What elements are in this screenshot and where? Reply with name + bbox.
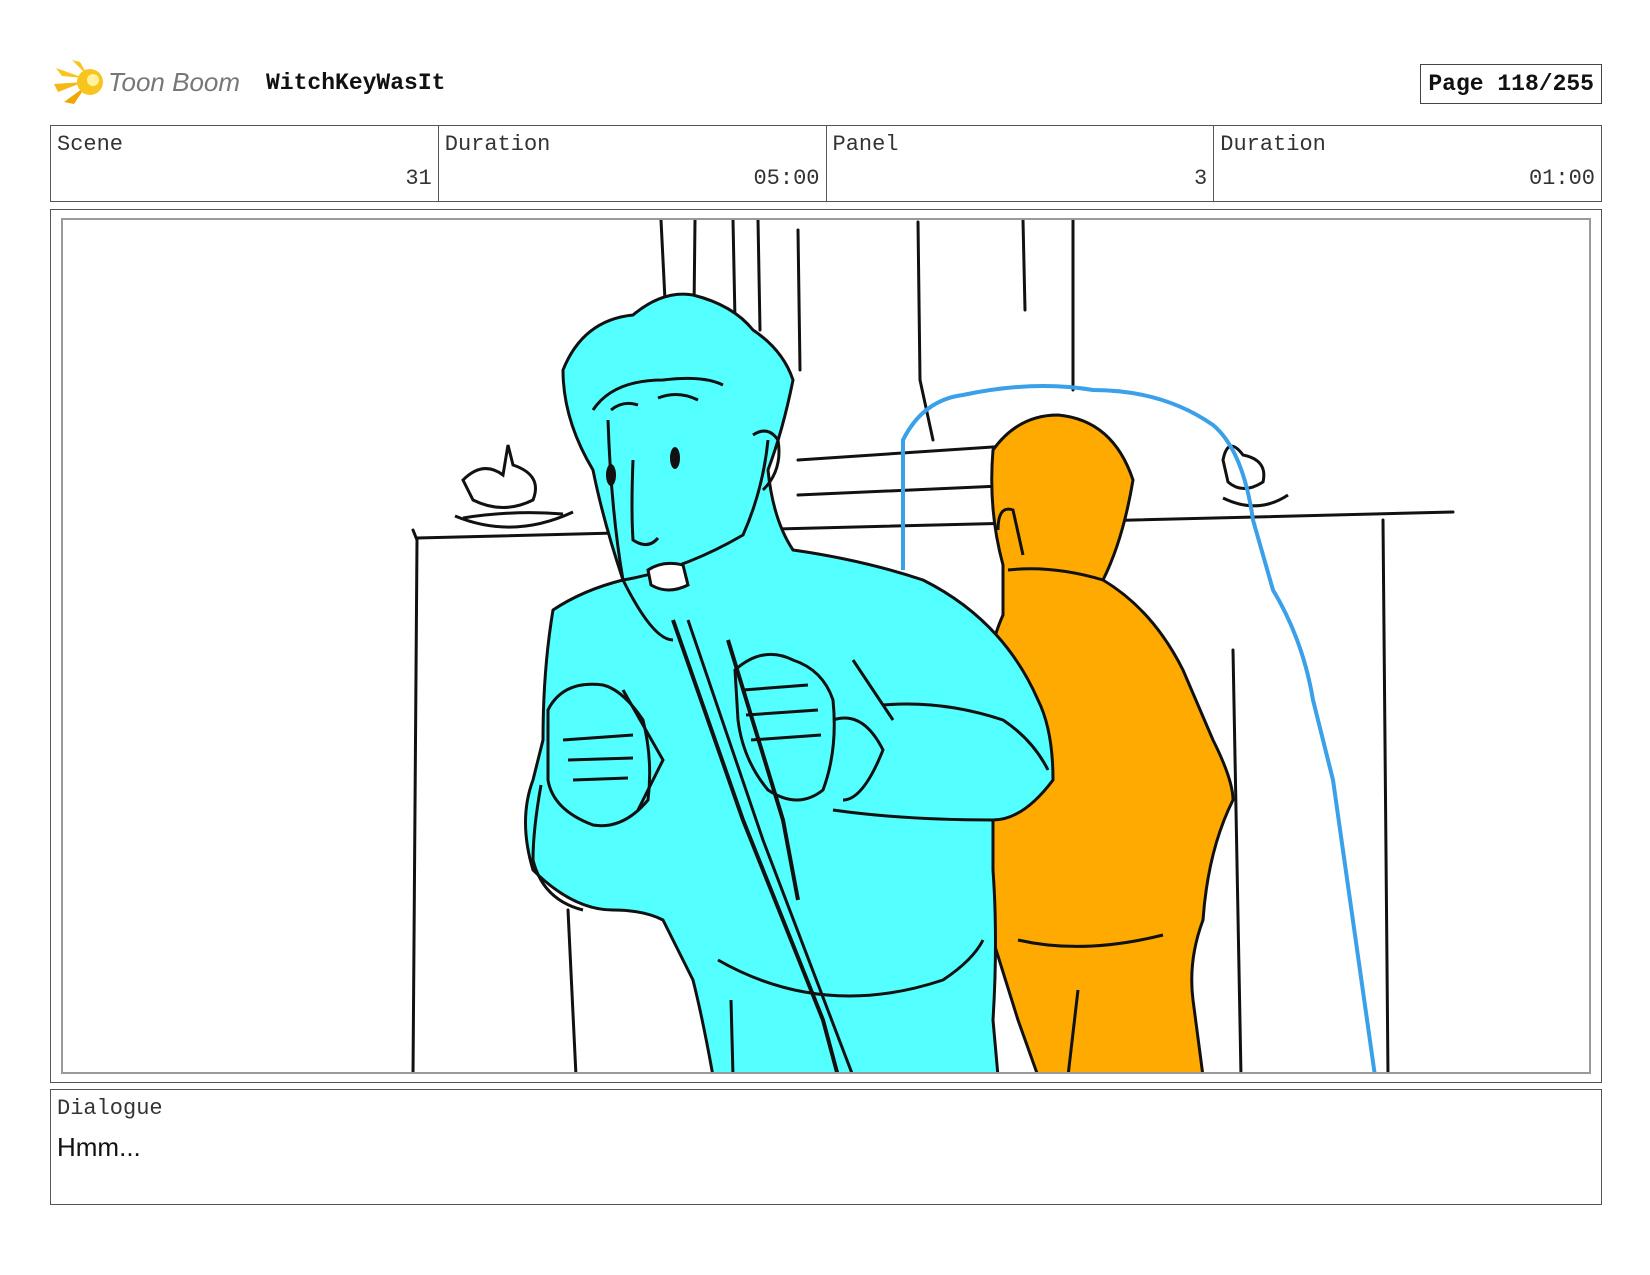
panel-label: Panel (832, 132, 899, 157)
panel-duration-label: Duration (1220, 132, 1326, 157)
page-number: Page 118/255 (1420, 64, 1602, 104)
toon-boom-logo: Toon Boom (54, 58, 254, 108)
scene-label: Scene (57, 132, 124, 157)
svg-text:Toon Boom: Toon Boom (108, 67, 240, 97)
dialogue-box: Dialogue Hmm... (50, 1089, 1602, 1205)
left-bowl (454, 444, 574, 529)
project-title: WitchKeyWasIt (266, 70, 446, 96)
scene-duration-label: Duration (444, 132, 551, 157)
scene-duration-value: 05:00 (753, 166, 820, 191)
panel-duration-value: 01:00 (1528, 166, 1595, 191)
right-bowl (1221, 444, 1289, 508)
storyboard-sketch (411, 220, 1455, 1072)
panel-cell: Panel 3 (827, 126, 1215, 201)
page-header: Toon Boom WitchKeyWasIt Page 118/255 (50, 58, 1602, 108)
panel-info-row: Scene 31 Duration 05:00 Panel 3 Duration… (50, 125, 1602, 202)
storyboard-panel (50, 209, 1602, 1083)
panel-value: 3 (1194, 166, 1208, 191)
scene-cell: Scene 31 (51, 126, 439, 201)
panel-artwork (61, 218, 1591, 1074)
scene-value: 31 (405, 166, 432, 191)
scene-duration-cell: Duration 05:00 (439, 126, 827, 201)
panel-duration-cell: Duration 01:00 (1214, 126, 1601, 201)
dialogue-label: Dialogue (57, 1096, 163, 1121)
dialogue-text: Hmm... (57, 1132, 141, 1162)
boy-figure (524, 292, 1055, 1072)
logo-burst-icon (54, 60, 103, 104)
